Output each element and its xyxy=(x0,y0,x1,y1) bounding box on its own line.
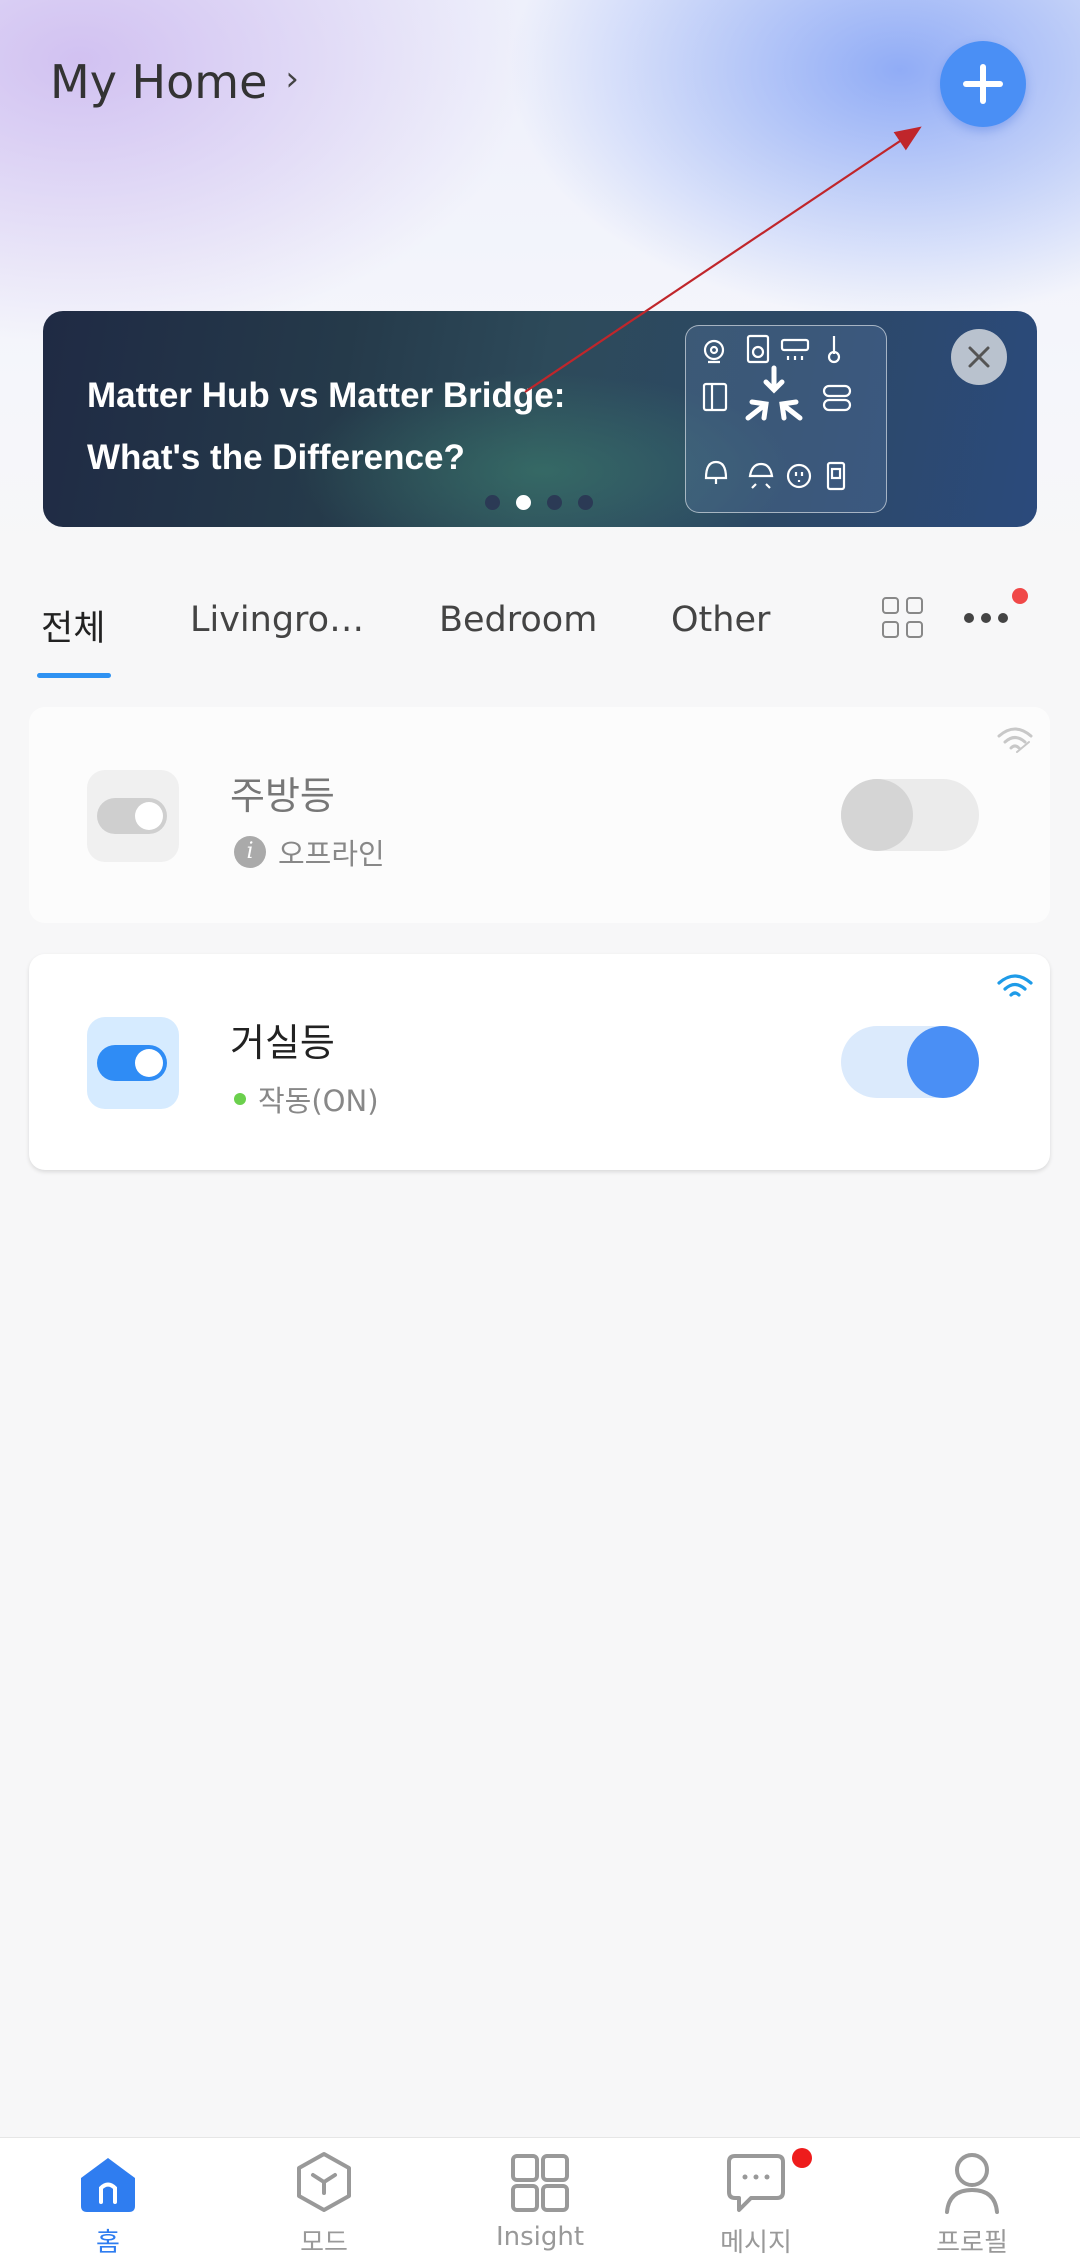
message-icon xyxy=(727,2154,785,2212)
tab-bedroom[interactable]: Bedroom xyxy=(439,600,597,640)
matter-devices-illustration xyxy=(685,325,887,513)
wifi-icon xyxy=(997,974,1033,997)
device-power-toggle[interactable] xyxy=(841,1026,979,1098)
grid-view-icon[interactable] xyxy=(882,597,926,641)
banner-dot xyxy=(578,495,593,510)
device-power-toggle[interactable] xyxy=(841,779,979,851)
banner-title: Matter Hub vs Matter Bridge: What's the … xyxy=(87,365,687,489)
add-device-button[interactable] xyxy=(940,41,1026,127)
wifi-weak-icon xyxy=(997,727,1033,753)
nav-home[interactable]: 홈 xyxy=(0,2138,216,2260)
device-status-text: 작동(ON) xyxy=(258,1084,379,1118)
home-name: My Home xyxy=(50,55,268,109)
active-tab-indicator xyxy=(37,673,111,678)
nav-message[interactable]: 메시지 xyxy=(648,2138,864,2260)
info-icon: i xyxy=(234,836,266,868)
device-status-text: 오프라인 xyxy=(278,837,385,871)
nav-profile[interactable]: 프로필 xyxy=(864,2138,1080,2260)
nav-label: 메시지 xyxy=(720,2228,792,2258)
home-selector[interactable]: My Home › xyxy=(50,55,299,109)
banner-title-line2: What's the Difference? xyxy=(87,438,465,477)
nav-insight[interactable]: Insight xyxy=(432,2138,648,2260)
banner-dot xyxy=(485,495,500,510)
nav-label: 프로필 xyxy=(936,2228,1008,2258)
device-card-living-light[interactable]: 거실등 작동(ON) xyxy=(29,954,1050,1170)
banner-dot-active xyxy=(516,495,531,510)
banner-close-button[interactable] xyxy=(951,329,1007,385)
home-icon xyxy=(81,2158,135,2212)
nav-label: 모드 xyxy=(300,2228,348,2258)
close-icon xyxy=(968,346,990,368)
more-options-icon[interactable] xyxy=(964,613,1008,623)
online-dot xyxy=(234,1093,246,1105)
bottom-navigation: 홈 모드 Insight 메시지 프로필 xyxy=(0,2137,1080,2260)
profile-icon xyxy=(945,2153,999,2214)
nav-mode[interactable]: 모드 xyxy=(216,2138,432,2260)
insight-grid-icon xyxy=(511,2154,569,2212)
banner-dot xyxy=(547,495,562,510)
tab-livingroom[interactable]: Livingro… xyxy=(190,600,364,640)
nav-label: 홈 xyxy=(96,2228,120,2258)
device-switch-icon xyxy=(87,1017,179,1109)
device-status: 작동(ON) xyxy=(234,1078,379,1120)
tab-all[interactable]: 전체 xyxy=(41,600,105,651)
chevron-right-icon: › xyxy=(285,59,299,99)
banner-title-line1: Matter Hub vs Matter Bridge: xyxy=(87,376,566,415)
device-status: i 오프라인 xyxy=(234,831,385,873)
tab-other[interactable]: Other xyxy=(671,600,770,640)
nav-label: Insight xyxy=(495,2222,585,2252)
mode-cube-icon xyxy=(297,2152,351,2212)
room-tabs: 전체 Livingro… Bedroom Other xyxy=(0,555,1080,685)
message-notification-dot xyxy=(792,2148,812,2168)
device-card-kitchen-light[interactable]: 주방등 i 오프라인 xyxy=(29,707,1050,923)
banner-pagination xyxy=(485,495,593,510)
promo-banner[interactable]: Matter Hub vs Matter Bridge: What's the … xyxy=(43,311,1037,527)
device-name: 주방등 xyxy=(230,774,335,818)
device-name: 거실등 xyxy=(230,1021,335,1065)
device-switch-icon xyxy=(87,770,179,862)
notification-badge xyxy=(1012,588,1028,604)
